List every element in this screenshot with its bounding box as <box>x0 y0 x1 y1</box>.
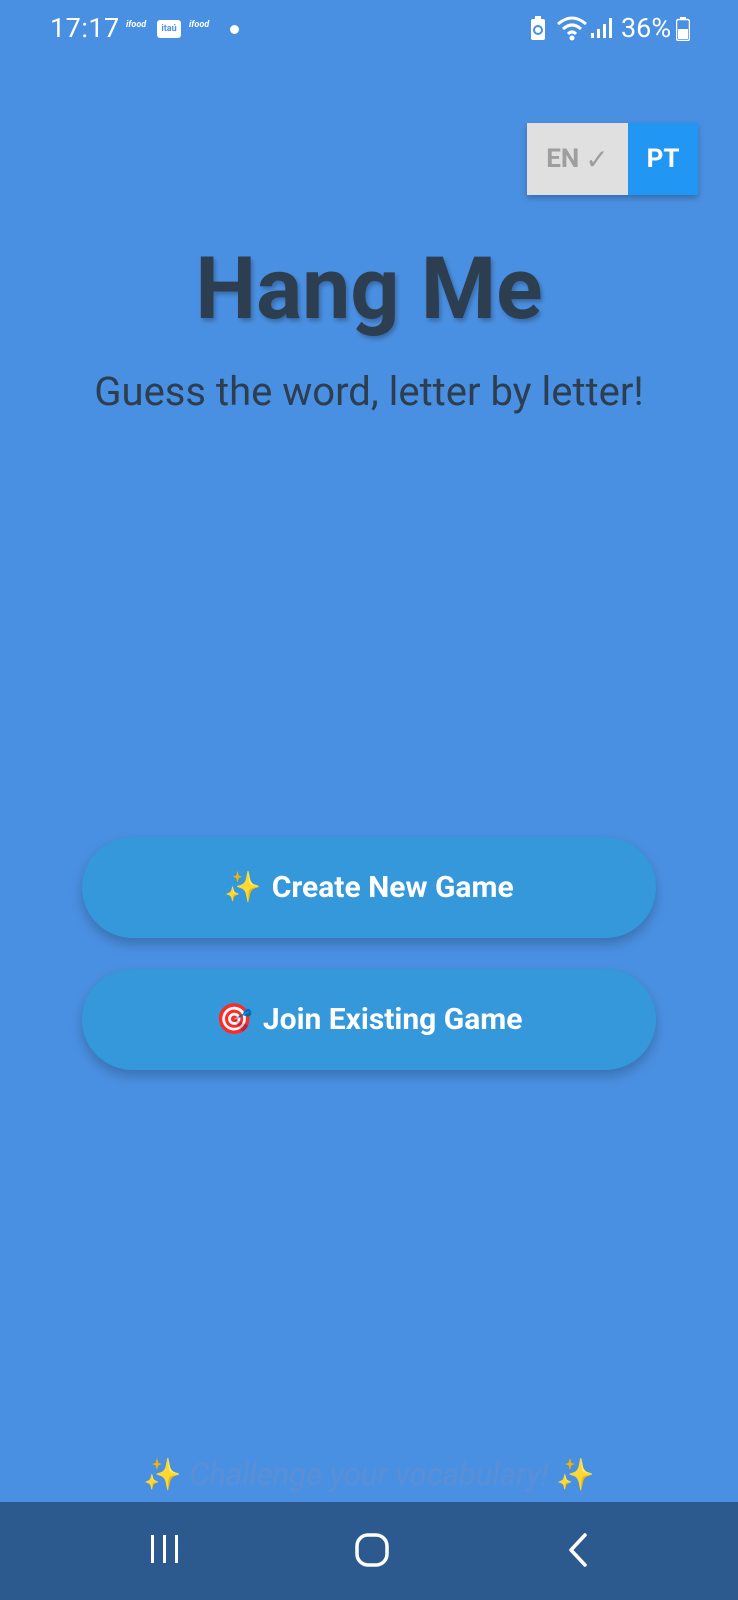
language-option-pt[interactable]: PT <box>628 123 698 195</box>
footer-tagline-text: Challenge your vocabulary! <box>189 1456 549 1493</box>
language-pt-label: PT <box>646 144 680 174</box>
wifi-icon <box>557 16 587 41</box>
language-toggle: EN ✓ PT <box>527 123 698 195</box>
battery-icon <box>676 17 690 41</box>
sparkles-icon-right: ✨ <box>556 1456 595 1493</box>
navigation-bar <box>0 1502 738 1600</box>
back-icon[interactable] <box>566 1532 590 1568</box>
join-existing-game-button[interactable]: 🎯 Join Existing Game <box>82 969 656 1070</box>
language-en-label: EN <box>546 144 580 174</box>
battery-saver-icon <box>531 16 545 40</box>
ifood-notification-icon-2: ifood <box>189 20 210 30</box>
target-icon: 🎯 <box>215 1002 253 1037</box>
app-screen: 17:17 ifood itaú ifood 36% EN ✓ PT Hang … <box>0 0 738 1600</box>
battery-percent: 36% <box>621 12 672 44</box>
create-new-game-label: Create New Game <box>271 870 514 905</box>
itau-notification-icon: itaú <box>157 20 181 38</box>
status-time: 17:17 <box>50 12 120 44</box>
app-subtitle: Guess the word, letter by letter! <box>94 368 644 415</box>
sparkles-icon-left: ✨ <box>143 1456 182 1493</box>
ifood-notification-icon: ifood <box>126 20 147 30</box>
footer-tagline: ✨ Challenge your vocabulary! ✨ <box>0 1456 738 1493</box>
app-title: Hang Me <box>195 238 543 339</box>
status-bar: 17:17 ifood itaú ifood 36% <box>0 0 738 58</box>
notification-dot-icon <box>230 25 239 34</box>
join-existing-game-label: Join Existing Game <box>262 1002 523 1037</box>
check-icon: ✓ <box>585 142 609 176</box>
language-option-en[interactable]: EN ✓ <box>527 123 628 195</box>
create-new-game-button[interactable]: ✨ Create New Game <box>82 837 656 938</box>
recent-apps-icon[interactable] <box>149 1532 181 1566</box>
sparkles-icon: ✨ <box>224 870 262 905</box>
signal-icon <box>591 18 612 38</box>
home-icon[interactable] <box>354 1532 390 1568</box>
